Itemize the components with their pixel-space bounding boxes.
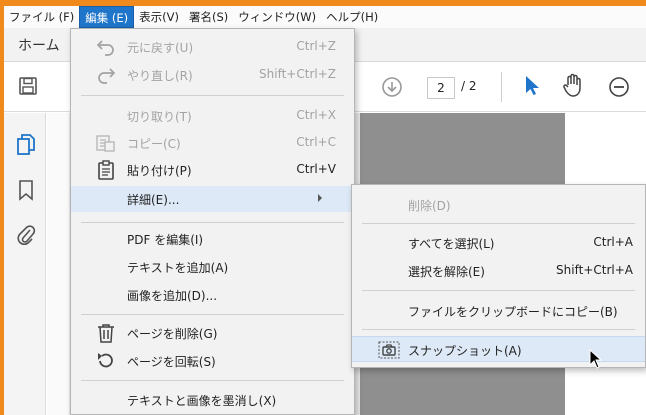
thumbnails-panel — [47, 113, 69, 415]
attachment-icon[interactable] — [16, 223, 36, 247]
submenu-item-deselect[interactable]: 選択を解除(E) Shift+Ctrl+A — [352, 258, 645, 284]
menu-item-redo[interactable]: やり直し(R) Shift+Ctrl+Z — [71, 62, 354, 88]
menu-separator — [362, 223, 635, 224]
more-submenu: 削除(D) すべてを選択(L) Ctrl+A 選択を解除(E) Shift+Ct… — [351, 184, 646, 368]
menu-item-undo[interactable]: 元に戻す(U) Ctrl+Z — [71, 34, 354, 60]
left-navigation-pane — [4, 113, 46, 415]
menu-item-delete-page[interactable]: ページを削除(G) — [71, 320, 354, 346]
page-thumbnails-icon[interactable] — [15, 133, 37, 157]
redo-icon — [98, 68, 116, 84]
mouse-cursor-icon — [589, 349, 603, 369]
menu-item-edit-pdf[interactable]: PDF を編集(I) — [71, 226, 354, 252]
submenu-arrow-icon — [318, 194, 322, 202]
copy-icon — [96, 135, 115, 152]
menu-separator — [81, 380, 344, 381]
edit-menu-dropdown: 元に戻す(U) Ctrl+Z やり直し(R) Shift+Ctrl+Z 切り取り… — [70, 28, 355, 415]
menu-separator — [81, 222, 344, 223]
tab-home[interactable]: ホーム — [18, 35, 60, 55]
menu-item-rotate-page[interactable]: ページを回転(S) — [71, 348, 354, 374]
menu-item-add-text[interactable]: テキストを追加(A) — [71, 254, 354, 280]
undo-icon — [96, 40, 114, 56]
hand-tool-icon[interactable] — [560, 72, 586, 98]
paste-icon — [98, 160, 114, 180]
menu-separator — [362, 290, 635, 291]
menu-item-copy[interactable]: コピー(C) Ctrl+C — [71, 130, 354, 156]
select-tool-icon[interactable] — [522, 74, 542, 98]
zoom-out-icon[interactable] — [608, 76, 630, 98]
submenu-item-delete[interactable]: 削除(D) — [352, 192, 645, 218]
rotate-icon — [98, 353, 113, 368]
menu-item-more[interactable]: 詳細(E)... — [71, 186, 354, 212]
page-total: / 2 — [461, 79, 477, 93]
submenu-item-copy-file[interactable]: ファイルをクリップボードにコピー(B) — [352, 298, 645, 324]
menu-separator — [362, 329, 635, 330]
menu-file[interactable]: ファイル (F) — [4, 6, 79, 28]
menu-help[interactable]: ヘルプ(H) — [321, 6, 383, 28]
bookmark-icon[interactable] — [17, 179, 35, 201]
menu-item-redact[interactable]: テキストと画像を墨消し(X) — [71, 387, 354, 413]
toolbar-divider — [501, 72, 502, 102]
menu-window[interactable]: ウィンドウ(W) — [233, 6, 321, 28]
submenu-item-select-all[interactable]: すべてを選択(L) Ctrl+A — [352, 230, 645, 256]
menu-item-paste[interactable]: 貼り付け(P) Ctrl+V — [71, 157, 354, 183]
page-number-input[interactable]: 2 — [427, 77, 455, 99]
menu-item-add-image[interactable]: 画像を追加(D)... — [71, 282, 354, 308]
save-icon[interactable] — [18, 76, 38, 96]
menu-item-cut[interactable]: 切り取り(T) Ctrl+X — [71, 103, 354, 129]
menu-sign[interactable]: 署名(S) — [184, 6, 233, 28]
menu-edit[interactable]: 編集 (E) — [79, 6, 135, 28]
menu-separator — [81, 95, 344, 96]
camera-icon — [378, 341, 400, 359]
trash-icon — [98, 324, 114, 343]
menu-view[interactable]: 表示(V) — [134, 6, 184, 28]
menu-separator — [81, 314, 344, 315]
menu-bar: ファイル (F) 編集 (E) 表示(V) 署名(S) ウィンドウ(W) ヘルプ… — [4, 6, 646, 28]
next-page-icon[interactable] — [381, 76, 403, 98]
